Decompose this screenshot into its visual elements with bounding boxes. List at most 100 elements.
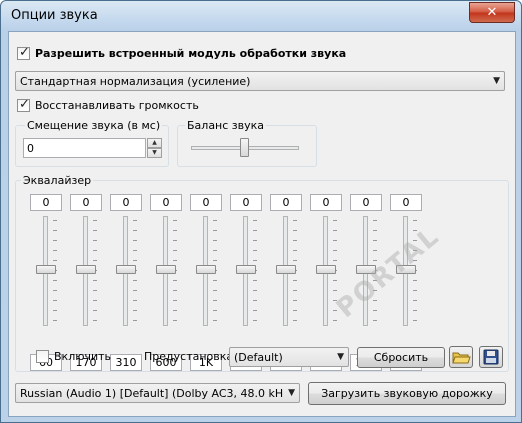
eq-tick (93, 230, 97, 231)
eq-tick (133, 250, 137, 251)
offset-input[interactable]: 0 (23, 138, 146, 158)
eq-band-value[interactable]: 0 (310, 194, 342, 211)
eq-slider-thumb[interactable] (316, 265, 336, 274)
offset-spin-up[interactable]: ▲ (147, 138, 162, 148)
eq-band: 06K (270, 194, 302, 372)
title-bar[interactable]: Опции звука ✕ (1, 1, 521, 31)
eq-tick (213, 260, 217, 261)
eq-tick (173, 240, 177, 241)
eq-tick (373, 260, 377, 261)
eq-tick (413, 220, 417, 221)
eq-slider-thumb[interactable] (196, 265, 216, 274)
eq-slider-thumb[interactable] (396, 265, 416, 274)
eq-band: 012K (310, 194, 342, 372)
eq-tick (53, 300, 57, 301)
eq-band-value[interactable]: 0 (110, 194, 142, 211)
equalizer-label: Эквалайзер (21, 174, 94, 187)
close-button[interactable]: ✕ (469, 2, 515, 23)
eq-slider-thumb[interactable] (236, 265, 256, 274)
eq-tick (373, 250, 377, 251)
chevron-down-icon: ▼ (493, 76, 500, 86)
eq-tick (333, 290, 337, 291)
eq-band-value[interactable]: 0 (30, 194, 62, 211)
eq-tick (333, 230, 337, 231)
eq-slider-thumb[interactable] (36, 265, 56, 274)
normalization-value: Стандартная нормализация (усиление) (20, 75, 251, 88)
eq-tick (133, 220, 137, 221)
eq-tick (213, 220, 217, 221)
eq-slider-thumb[interactable] (156, 265, 176, 274)
eq-tick (293, 240, 297, 241)
offset-spin-down[interactable]: ▼ (147, 148, 162, 158)
eq-tick (173, 220, 177, 221)
eq-tick (173, 290, 177, 291)
balance-slider-thumb[interactable] (240, 138, 249, 157)
checkmark-icon: ✓ (19, 45, 30, 60)
eq-slider-thumb[interactable] (276, 265, 296, 274)
eq-band-value[interactable]: 0 (230, 194, 262, 211)
eq-slider-thumb[interactable] (356, 265, 376, 274)
eq-tick (93, 320, 97, 321)
eq-tick (333, 320, 337, 321)
eq-slider-thumb[interactable] (76, 265, 96, 274)
eq-tick (413, 240, 417, 241)
eq-tick (133, 280, 137, 281)
offset-label: Смещение звука (в мс) (25, 119, 163, 132)
eq-tick (413, 250, 417, 251)
dialog-client-area: ✓ Разрешить встроенный модуль обработки … (8, 31, 516, 417)
eq-tick (373, 290, 377, 291)
close-icon: ✕ (486, 5, 498, 20)
equalizer-enable-label: Включить (54, 350, 112, 363)
eq-tick (253, 250, 257, 251)
restore-volume-label: Восстанавливать громкость (35, 99, 199, 112)
enable-module-checkbox[interactable]: ✓ (17, 45, 30, 60)
eq-tick (333, 250, 337, 251)
open-preset-button[interactable] (449, 346, 473, 368)
eq-tick (253, 220, 257, 221)
eq-tick (253, 300, 257, 301)
eq-tick (333, 280, 337, 281)
eq-tick (253, 290, 257, 291)
eq-tick (253, 260, 257, 261)
eq-tick (93, 220, 97, 221)
save-preset-button[interactable] (479, 346, 503, 368)
eq-band-value[interactable]: 0 (190, 194, 222, 211)
checkmark-icon: ✓ (19, 97, 30, 112)
eq-tick (373, 220, 377, 221)
eq-tick (93, 290, 97, 291)
restore-volume-checkbox[interactable]: ✓ (17, 97, 30, 112)
eq-tick (93, 240, 97, 241)
audio-track-dropdown[interactable]: Russian (Audio 1) [Default] (Dolby AC3, … (15, 383, 300, 403)
eq-band-value[interactable]: 0 (150, 194, 182, 211)
eq-band: 014K (350, 194, 382, 372)
eq-tick (53, 290, 57, 291)
eq-tick (293, 230, 297, 231)
eq-tick (53, 240, 57, 241)
eq-tick (293, 320, 297, 321)
eq-tick (173, 320, 177, 321)
normalization-dropdown[interactable]: Стандартная нормализация (усиление) ▼ (15, 71, 505, 91)
eq-band-value[interactable]: 0 (270, 194, 302, 211)
eq-band-value[interactable]: 0 (390, 194, 422, 211)
eq-tick (93, 300, 97, 301)
eq-band: 03K (230, 194, 262, 372)
eq-tick (213, 310, 217, 311)
eq-tick (53, 320, 57, 321)
eq-tick (253, 230, 257, 231)
eq-tick (373, 320, 377, 321)
preset-dropdown[interactable]: (Default) ▼ (229, 347, 349, 367)
eq-tick (53, 280, 57, 281)
sound-options-window: Опции звука ✕ ✓ Разрешить встроенный мод… (0, 0, 522, 423)
eq-tick (373, 280, 377, 281)
eq-tick (413, 320, 417, 321)
eq-band-value[interactable]: 0 (70, 194, 102, 211)
load-audio-track-button[interactable]: Загрузить звуковую дорожку (308, 382, 506, 405)
eq-tick (293, 290, 297, 291)
eq-tick (373, 310, 377, 311)
reset-button[interactable]: Сбросить (357, 347, 445, 368)
eq-band-value[interactable]: 0 (350, 194, 382, 211)
eq-tick (53, 260, 57, 261)
eq-tick (133, 310, 137, 311)
eq-slider-thumb[interactable] (116, 265, 136, 274)
equalizer-enable-checkbox[interactable] (36, 350, 49, 363)
